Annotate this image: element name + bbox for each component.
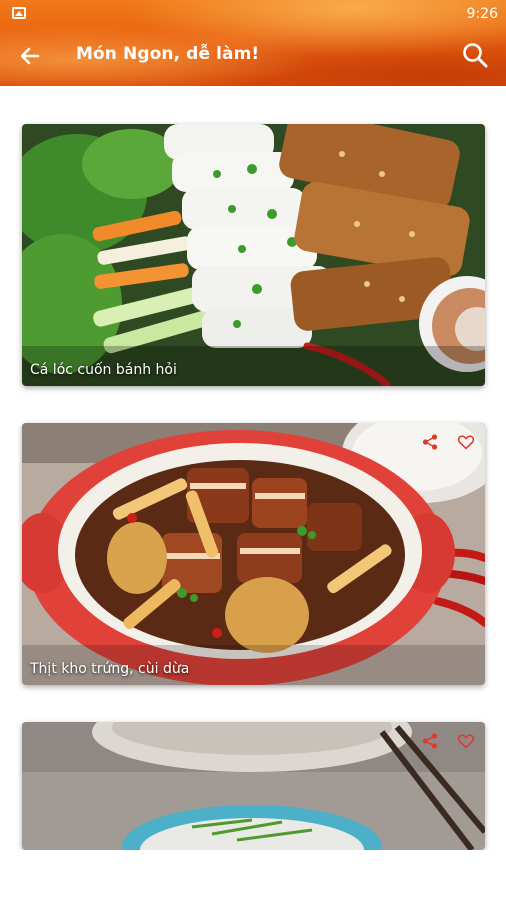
- heart-icon[interactable]: [457, 433, 475, 451]
- recipe-photo: [22, 124, 485, 386]
- recipe-photo: [22, 423, 485, 685]
- status-bar: 9:26: [0, 0, 506, 28]
- bottom-spacer: [0, 850, 506, 900]
- arrow-left-icon: [20, 47, 40, 65]
- recipe-card[interactable]: Thịt kho trứng, cùi dừa: [22, 423, 485, 685]
- app-bar: 9:26 Món Ngon, dễ làm!: [0, 0, 506, 86]
- search-button[interactable]: [460, 40, 490, 70]
- card-actions: [421, 433, 475, 451]
- share-icon[interactable]: [421, 732, 439, 750]
- page-title: Món Ngon, dễ làm!: [76, 44, 260, 64]
- search-icon: [463, 43, 488, 68]
- card-actions: [421, 732, 475, 750]
- recipe-title: Cá lóc cuốn bánh hỏi: [30, 362, 177, 378]
- recipe-photo: [22, 722, 485, 850]
- share-icon[interactable]: [421, 433, 439, 451]
- recipe-card[interactable]: [22, 722, 485, 850]
- back-button[interactable]: [16, 42, 44, 70]
- gallery-notification-icon: [12, 7, 26, 19]
- recipe-title: Thịt kho trứng, cùi dừa: [30, 661, 190, 677]
- recipe-card[interactable]: Cá lóc cuốn bánh hỏi: [22, 124, 485, 386]
- status-time: 9:26: [466, 6, 498, 22]
- heart-icon[interactable]: [457, 732, 475, 750]
- recipe-list[interactable]: Cá lóc cuốn bánh hỏi Thịt kho trứng, cùi…: [0, 86, 506, 850]
